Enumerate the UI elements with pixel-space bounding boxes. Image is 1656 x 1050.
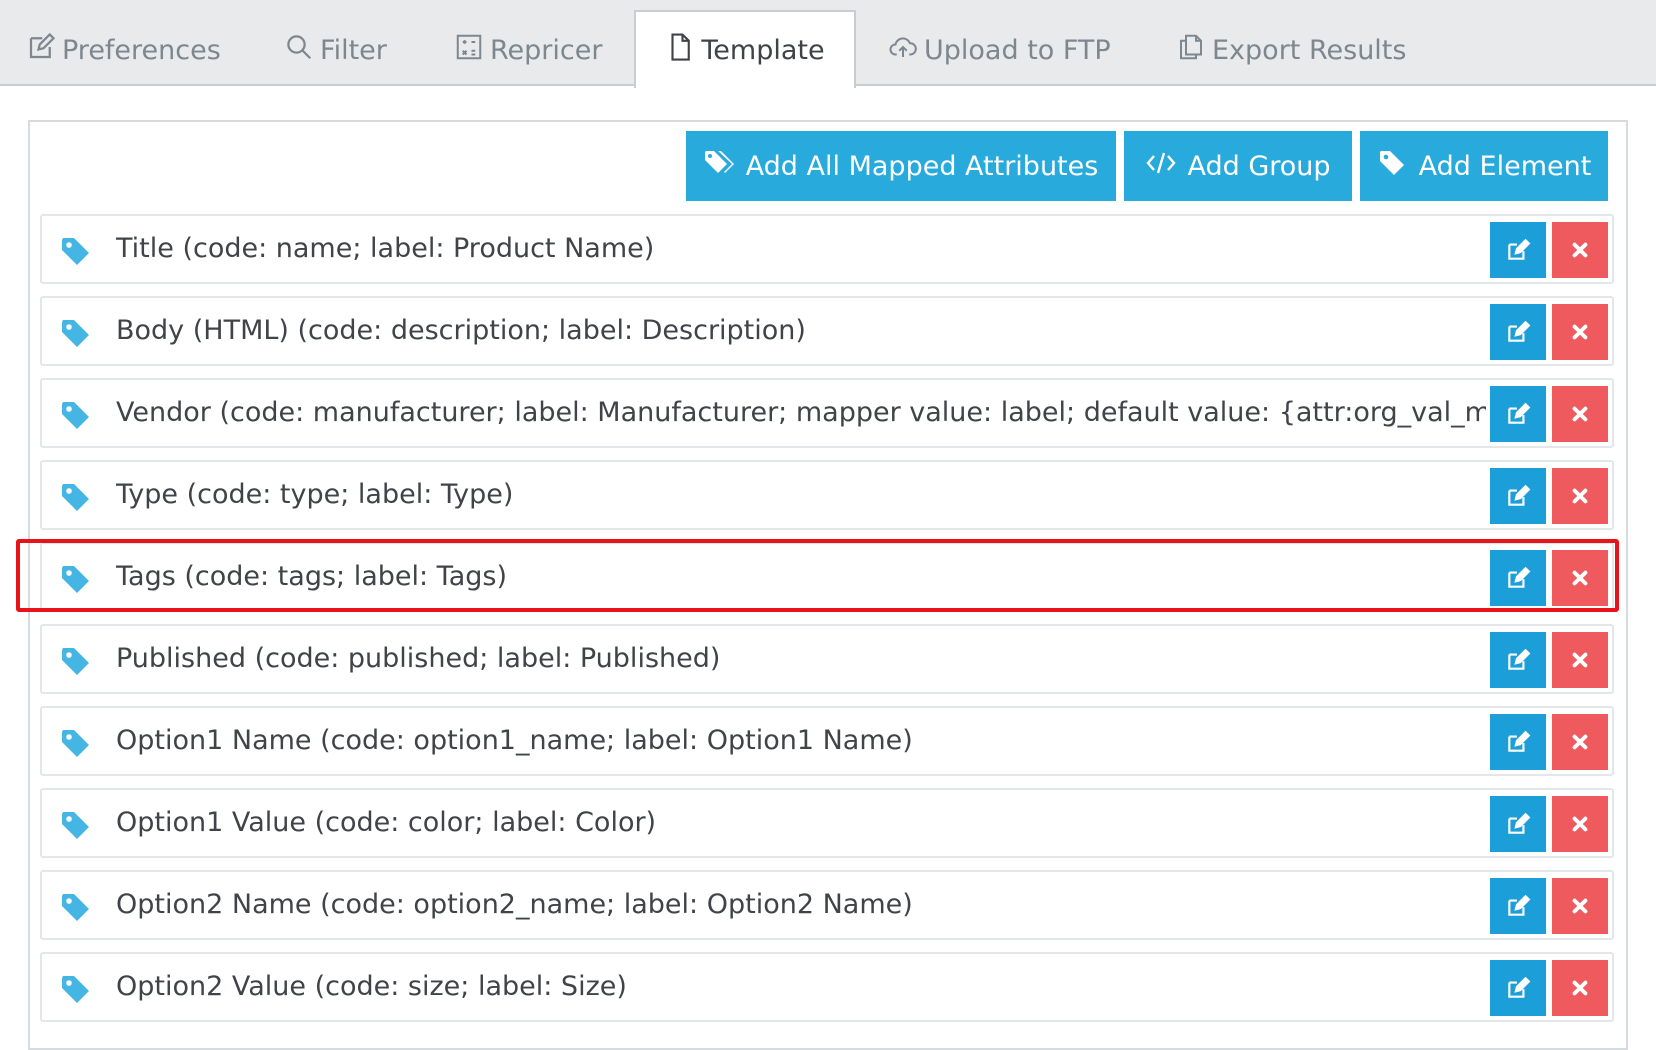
element-label: Published (code: published; label: Publi… xyxy=(116,643,721,674)
tab-label: Template xyxy=(701,34,825,66)
delete-button[interactable] xyxy=(1552,796,1608,852)
tab-label: Preferences xyxy=(62,34,221,66)
delete-button[interactable] xyxy=(1552,386,1608,442)
delete-button[interactable] xyxy=(1552,714,1608,770)
tag-icon xyxy=(60,564,94,594)
close-icon xyxy=(1567,401,1593,427)
tab-upload-to-ftp[interactable]: Upload to FTP xyxy=(888,28,1111,72)
tab-export-results[interactable]: Export Results xyxy=(1176,28,1406,72)
element-label: Vendor (code: manufacturer; label: Manuf… xyxy=(116,397,1486,428)
calculator-icon xyxy=(454,32,484,69)
tag-icon xyxy=(60,236,94,266)
element-row: Vendor (code: manufacturer; label: Manuf… xyxy=(40,378,1614,448)
tag-icon xyxy=(60,646,94,676)
add-group-button[interactable]: Add Group xyxy=(1124,131,1352,201)
tab-filter[interactable]: Filter xyxy=(284,28,387,72)
edit-icon xyxy=(1505,811,1531,837)
element-row: Tags (code: tags; label: Tags) xyxy=(40,542,1614,612)
tag-icon xyxy=(60,318,94,348)
edit-icon xyxy=(1505,237,1531,263)
tag-icon xyxy=(60,892,94,922)
edit-icon xyxy=(1505,483,1531,509)
file-icon xyxy=(665,32,695,69)
add-all-mapped-attributes-button[interactable]: Add All Mapped Attributes xyxy=(686,131,1116,201)
add-element-button[interactable]: Add Element xyxy=(1360,131,1608,201)
tab-template[interactable]: Template xyxy=(634,10,856,88)
cloud-upload-icon xyxy=(888,32,918,69)
element-row: Published (code: published; label: Publi… xyxy=(40,624,1614,694)
tab-label: Export Results xyxy=(1212,34,1407,66)
edit-button[interactable] xyxy=(1490,304,1546,360)
edit-button[interactable] xyxy=(1490,550,1546,606)
element-row: Type (code: type; label: Type) xyxy=(40,460,1614,530)
element-label: Body (HTML) (code: description; label: D… xyxy=(116,315,806,346)
delete-button[interactable] xyxy=(1552,878,1608,934)
edit-button[interactable] xyxy=(1490,222,1546,278)
tab-preferences[interactable]: Preferences xyxy=(26,28,221,72)
tag-icon xyxy=(60,728,94,758)
element-label: Option1 Name (code: option1_name; label:… xyxy=(116,725,913,756)
element-label: Option2 Name (code: option2_name; label:… xyxy=(116,889,913,920)
delete-button[interactable] xyxy=(1552,632,1608,688)
close-icon xyxy=(1567,319,1593,345)
element-label: Title (code: name; label: Product Name) xyxy=(116,233,655,264)
element-label: Option1 Value (code: color; label: Color… xyxy=(116,807,657,838)
element-label: Option2 Value (code: size; label: Size) xyxy=(116,971,627,1002)
edit-icon xyxy=(1505,401,1531,427)
edit-icon xyxy=(1505,975,1531,1001)
tab-label: Repricer xyxy=(490,34,603,66)
tab-label: Filter xyxy=(320,34,387,66)
delete-button[interactable] xyxy=(1552,304,1608,360)
delete-button[interactable] xyxy=(1552,550,1608,606)
element-row: Option2 Name (code: option2_name; label:… xyxy=(40,870,1614,940)
edit-icon xyxy=(1505,729,1531,755)
tab-label: Upload to FTP xyxy=(924,34,1111,66)
tag-icon xyxy=(60,810,94,840)
element-row: Option2 Value (code: size; label: Size) xyxy=(40,952,1614,1022)
edit-button[interactable] xyxy=(1490,714,1546,770)
delete-button[interactable] xyxy=(1552,960,1608,1016)
tag-icon xyxy=(1377,149,1409,184)
button-label: Add Group xyxy=(1187,150,1331,182)
close-icon xyxy=(1567,975,1593,1001)
copy-icon xyxy=(1176,32,1206,69)
close-icon xyxy=(1567,811,1593,837)
edit-icon xyxy=(1505,647,1531,673)
tags-icon xyxy=(704,149,736,184)
button-label: Add All Mapped Attributes xyxy=(745,150,1099,182)
tag-icon xyxy=(60,974,94,1004)
edit-button[interactable] xyxy=(1490,468,1546,524)
search-icon xyxy=(284,32,314,69)
element-row: Option1 Value (code: color; label: Color… xyxy=(40,788,1614,858)
edit-icon xyxy=(1505,893,1531,919)
edit-button[interactable] xyxy=(1490,796,1546,852)
close-icon xyxy=(1567,483,1593,509)
edit-button[interactable] xyxy=(1490,878,1546,934)
edit-button[interactable] xyxy=(1490,632,1546,688)
delete-button[interactable] xyxy=(1552,468,1608,524)
element-row: Option1 Name (code: option1_name; label:… xyxy=(40,706,1614,776)
element-row: Body (HTML) (code: description; label: D… xyxy=(40,296,1614,366)
edit-button[interactable] xyxy=(1490,960,1546,1016)
element-label: Tags (code: tags; label: Tags) xyxy=(116,561,507,592)
close-icon xyxy=(1567,893,1593,919)
close-icon xyxy=(1567,729,1593,755)
element-row: Title (code: name; label: Product Name) xyxy=(40,214,1614,284)
tag-icon xyxy=(60,482,94,512)
close-icon xyxy=(1567,647,1593,673)
edit-button[interactable] xyxy=(1490,386,1546,442)
tag-icon xyxy=(60,400,94,430)
edit-icon xyxy=(1505,319,1531,345)
delete-button[interactable] xyxy=(1552,222,1608,278)
button-label: Add Element xyxy=(1418,150,1592,182)
close-icon xyxy=(1567,237,1593,263)
code-icon xyxy=(1145,149,1177,184)
close-icon xyxy=(1567,565,1593,591)
edit-icon xyxy=(1505,565,1531,591)
element-label: Type (code: type; label: Type) xyxy=(116,479,514,510)
edit-icon xyxy=(26,32,56,69)
tab-repricer[interactable]: Repricer xyxy=(454,28,602,72)
